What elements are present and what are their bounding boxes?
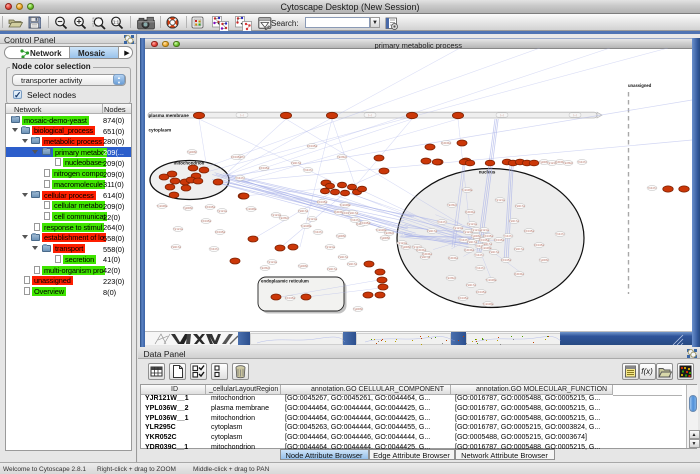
svg-text:Ygl008c: Ygl008c	[539, 258, 549, 262]
svg-text:Ykl217w: Ykl217w	[427, 229, 437, 233]
svg-text:Ykr052c: Ykr052c	[384, 231, 395, 235]
svg-text:Ydr345w: Ydr345w	[494, 238, 505, 242]
svg-text:Ypl036w: Ypl036w	[465, 210, 475, 214]
svg-text:Ygl008c: Ygl008c	[183, 206, 193, 210]
svg-text:Ykl217w: Ykl217w	[298, 209, 308, 213]
svg-text:plasma membrane: plasma membrane	[149, 113, 190, 118]
svg-text:Yjr121w: Yjr121w	[495, 198, 505, 202]
svg-text:Ykl217w: Ykl217w	[515, 204, 525, 208]
svg-text:Yjr121w: Yjr121w	[453, 226, 463, 230]
svg-text:Yml048w: Yml048w	[339, 203, 350, 207]
svg-text:Ydr345w: Ydr345w	[501, 258, 512, 262]
svg-text:Ygl008c: Ygl008c	[401, 245, 411, 249]
svg-text:Ydr345w: Ydr345w	[360, 221, 371, 225]
svg-text:endoplasmic reticulum: endoplasmic reticulum	[261, 279, 309, 284]
svg-text:Ygl008c: Ygl008c	[380, 236, 390, 240]
svg-text:Ylr447c: Ylr447c	[647, 186, 657, 190]
svg-text:Yjr121w: Yjr121w	[217, 209, 227, 213]
svg-text:Ydr345w: Ydr345w	[317, 200, 328, 204]
svg-text:Yml048w: Yml048w	[245, 207, 256, 211]
svg-text:Ykr052c: Ykr052c	[260, 266, 271, 270]
svg-text:Ylr447c: Ylr447c	[475, 266, 485, 270]
svg-text:Ydr345w: Ydr345w	[483, 234, 494, 238]
svg-text:Yml048w: Yml048w	[156, 204, 167, 208]
svg-text:Ylr447c: Ylr447c	[303, 168, 313, 172]
svg-text:(--): (--)	[368, 113, 372, 117]
svg-text:Yjr121w: Yjr121w	[307, 217, 317, 221]
svg-text:Yml048w: Yml048w	[485, 278, 496, 282]
svg-text:(--): (--)	[573, 113, 577, 117]
svg-text:Ylr447c: Ylr447c	[577, 160, 587, 164]
svg-text:Ydr345w: Ydr345w	[285, 296, 296, 300]
svg-text:Ylr447c: Ylr447c	[209, 247, 219, 251]
svg-text:Ylr447c: Ylr447c	[235, 176, 245, 180]
svg-text:Ykr052c: Ykr052c	[279, 216, 290, 220]
svg-text:Ypl036w: Ypl036w	[464, 248, 474, 252]
svg-text:Ylr447c: Ylr447c	[503, 234, 513, 238]
svg-text:Ykl217w: Ykl217w	[327, 267, 337, 271]
svg-text:(--): (--)	[240, 113, 244, 117]
svg-text:Ypl036w: Ypl036w	[441, 141, 451, 145]
svg-text:Ykl217w: Ykl217w	[338, 255, 348, 259]
svg-text:Ykl217w: Ykl217w	[514, 247, 524, 251]
svg-text:Ykl217w: Ykl217w	[467, 240, 477, 244]
svg-text:Ydr345w: Ydr345w	[458, 296, 469, 300]
svg-text:Ykl217w: Ykl217w	[509, 219, 519, 223]
svg-text:Ydr345w: Ydr345w	[476, 290, 487, 294]
svg-text:Ypl036w: Ypl036w	[448, 256, 458, 260]
svg-text:Ykl217w: Ykl217w	[489, 250, 499, 254]
svg-text:unassigned: unassigned	[628, 83, 652, 88]
svg-text:Ygl008c: Ygl008c	[298, 264, 308, 268]
svg-text:Ygl008c: Ygl008c	[187, 150, 197, 154]
svg-text:Ykr052c: Ykr052c	[563, 161, 574, 165]
svg-text:Ykl217w: Ykl217w	[466, 283, 476, 287]
svg-text:Ykl217w: Ykl217w	[348, 211, 358, 215]
svg-text:Yml048w: Yml048w	[482, 302, 493, 306]
svg-text:Ypl036w: Ypl036w	[422, 252, 432, 256]
svg-text:Ykl217w: Ykl217w	[171, 245, 181, 249]
svg-text:cytoplasm: cytoplasm	[149, 128, 172, 133]
svg-text:Ypl036w: Ypl036w	[514, 272, 524, 276]
svg-text:Ykr052c: Ykr052c	[337, 155, 348, 159]
svg-text:Ygl008c: Ygl008c	[353, 307, 363, 311]
svg-text:Yjr121w: Yjr121w	[173, 227, 183, 231]
svg-text:Ykl217w: Ykl217w	[347, 262, 357, 266]
svg-text:Ydr345w: Ydr345w	[205, 205, 216, 209]
svg-text:Ydr345w: Ydr345w	[307, 144, 318, 148]
svg-text:Ykr052c: Ykr052c	[447, 203, 458, 207]
svg-text:Yjr121w: Yjr121w	[325, 245, 335, 249]
svg-text:Yml048w: Yml048w	[461, 188, 472, 192]
svg-text:mitochondrion: mitochondrion	[174, 161, 205, 166]
svg-text:Ydr345w: Ydr345w	[231, 155, 242, 159]
svg-text:Ydr345w: Ydr345w	[259, 166, 270, 170]
svg-text:Ykl217w: Ykl217w	[291, 161, 301, 165]
svg-text:Ydr345w: Ydr345w	[524, 229, 535, 233]
svg-text:Ydr345w: Ydr345w	[534, 243, 545, 247]
svg-text:Ygl008c: Ygl008c	[471, 234, 481, 238]
svg-text:Yml048w: Yml048w	[300, 224, 311, 228]
svg-text:Yjr121w: Yjr121w	[471, 228, 481, 232]
svg-text:Yjr121w: Yjr121w	[267, 260, 277, 264]
svg-text:(--): (--)	[500, 113, 504, 117]
svg-text:Yjr121w: Yjr121w	[467, 222, 477, 226]
svg-text:Ydr345w: Ydr345w	[215, 230, 226, 234]
svg-text:Ygl008c: Ygl008c	[336, 234, 346, 238]
svg-text:Ykr052c: Ykr052c	[446, 276, 457, 280]
svg-text:Yml048w: Yml048w	[480, 246, 491, 250]
svg-text:Ylr447c: Ylr447c	[474, 253, 484, 257]
svg-text:1:1: 1:1	[113, 19, 120, 24]
svg-text:Ylr447c: Ylr447c	[313, 230, 323, 234]
svg-text:Ydr345w: Ydr345w	[201, 219, 212, 223]
svg-text:Ylr447c: Ylr447c	[555, 232, 565, 236]
svg-text:Ylr447c: Ylr447c	[437, 220, 447, 224]
